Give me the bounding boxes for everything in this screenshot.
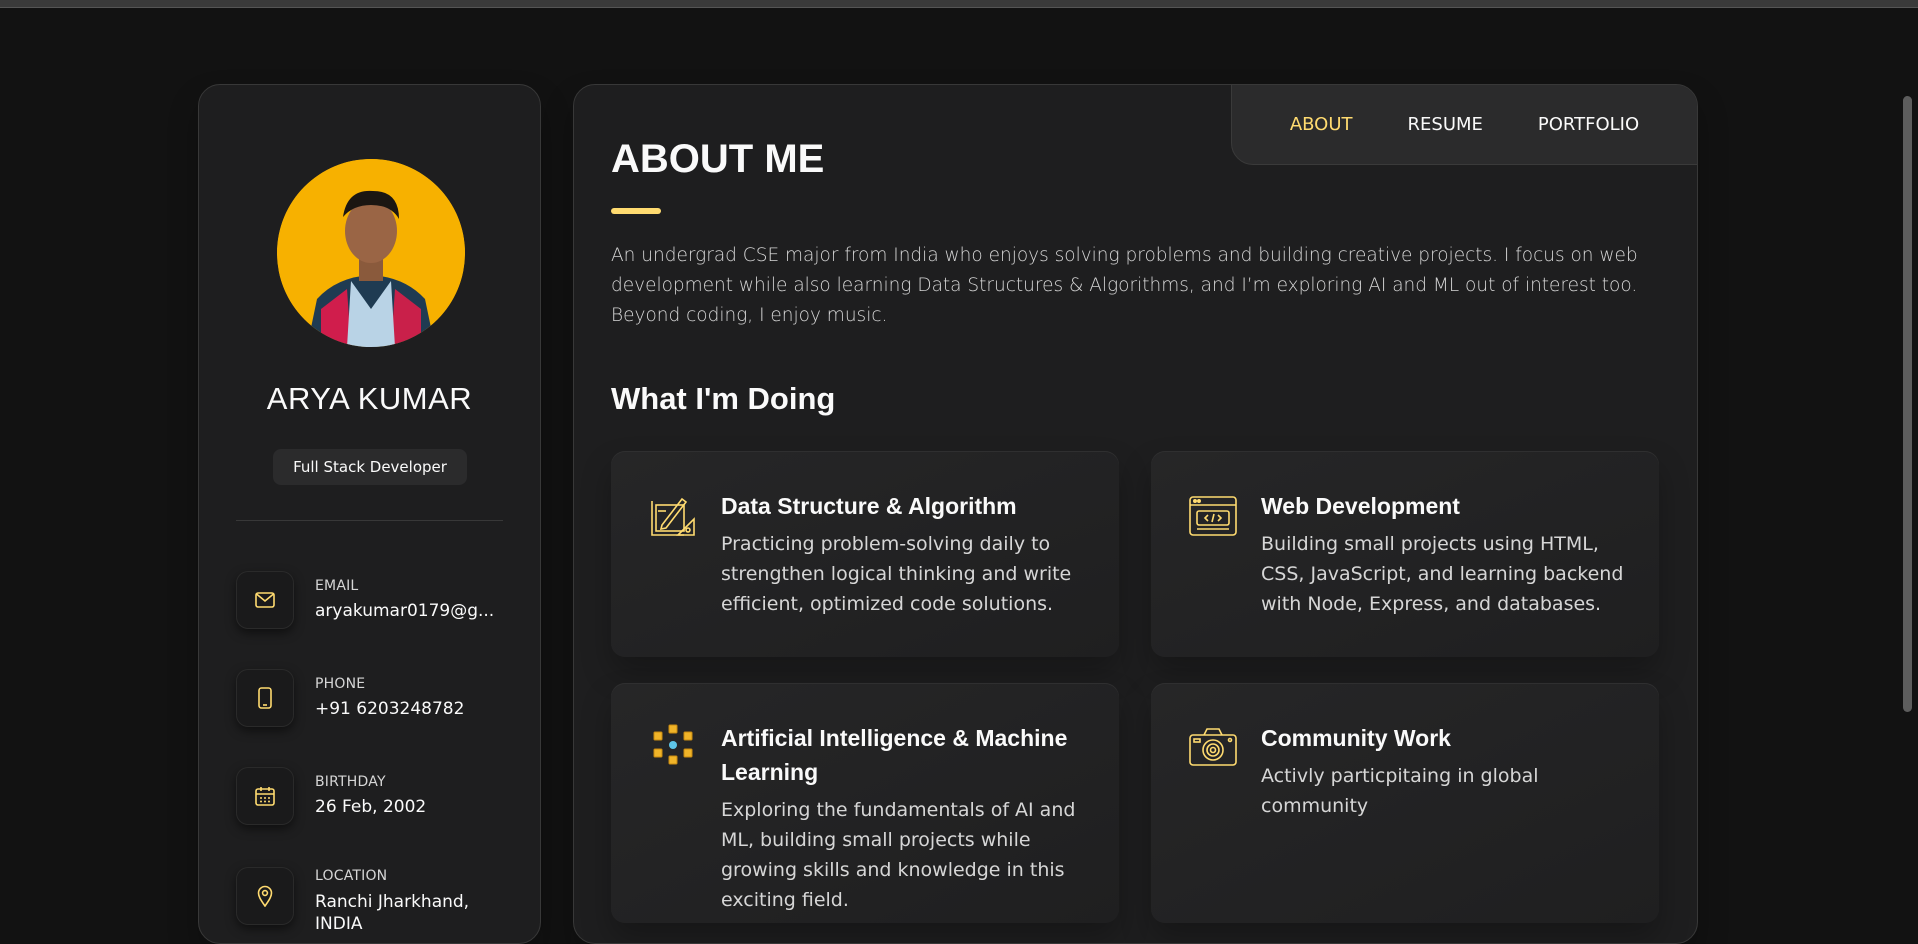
nav-portfolio[interactable]: PORTFOLIO [1538,114,1639,135]
profile-name: ARYA KUMAR [266,381,473,416]
calendar-icon [236,767,294,825]
service-text: Building small projects using HTML, CSS,… [1261,533,1624,615]
contact-email: EMAIL aryakumar0179@g... [236,571,516,631]
contact-label: LOCATION [315,868,388,884]
scrollbar-thumb[interactable] [1903,96,1912,712]
contact-label: PHONE [315,676,366,692]
section-title: What I'm Doing [611,381,836,416]
title-underline [611,208,661,214]
page: ARYA KUMAR Full Stack Developer EMAIL ar… [0,8,1918,944]
ai-network-icon [648,723,698,773]
service-title: Artificial Intelligence & Machine Learni… [721,725,1068,785]
nav-about[interactable]: ABOUT [1290,114,1353,135]
service-text: Exploring the fundamentals of AI and ML,… [721,799,1076,911]
browser-top-edge [0,0,1918,8]
service-card-ai-ml: Artificial Intelligence & Machine Learni… [611,683,1119,923]
service-title: Data Structure & Algorithm [721,493,1017,519]
avatar [277,159,465,347]
service-text: Practicing problem-solving daily to stre… [721,533,1072,615]
contact-label: BIRTHDAY [315,774,386,790]
code-window-icon [1188,491,1238,541]
contact-label: EMAIL [315,578,359,594]
camera-icon [1188,723,1238,773]
service-title: Community Work [1261,725,1451,751]
main-panel: ABOUT RESUME PORTFOLIO ABOUT ME An under… [573,84,1698,944]
phone-link[interactable]: +91 6203248782 [315,699,515,719]
contact-phone: PHONE +91 6203248782 [236,669,516,729]
location-pin-icon [236,867,294,925]
nav-resume[interactable]: RESUME [1408,114,1483,135]
page-title: ABOUT ME [611,137,825,181]
mail-icon [236,571,294,629]
sidebar: ARYA KUMAR Full Stack Developer EMAIL ar… [198,84,541,944]
location-value: Ranchi Jharkhand, INDIA [315,892,470,934]
email-link[interactable]: aryakumar0179@g... [315,601,515,621]
service-card-community: Community Work Activly particpitaing in … [1151,683,1659,923]
service-card-web: Web Development Building small projects … [1151,451,1659,657]
design-tools-icon [648,491,698,541]
about-text: An undergrad CSE major from India who en… [611,245,1638,326]
navbar: ABOUT RESUME PORTFOLIO [1231,85,1697,165]
sidebar-separator [236,520,503,521]
phone-icon [236,669,294,727]
service-text: Activly particpitaing in global communit… [1261,765,1539,817]
service-card-dsa: Data Structure & Algorithm Practicing pr… [611,451,1119,657]
birthday-value: 26 Feb, 2002 [315,797,427,817]
role-badge: Full Stack Developer [273,449,467,485]
service-title: Web Development [1261,493,1460,519]
contact-location: LOCATION Ranchi Jharkhand, INDIA [236,861,516,934]
contact-birthday: BIRTHDAY 26 Feb, 2002 [236,767,516,827]
